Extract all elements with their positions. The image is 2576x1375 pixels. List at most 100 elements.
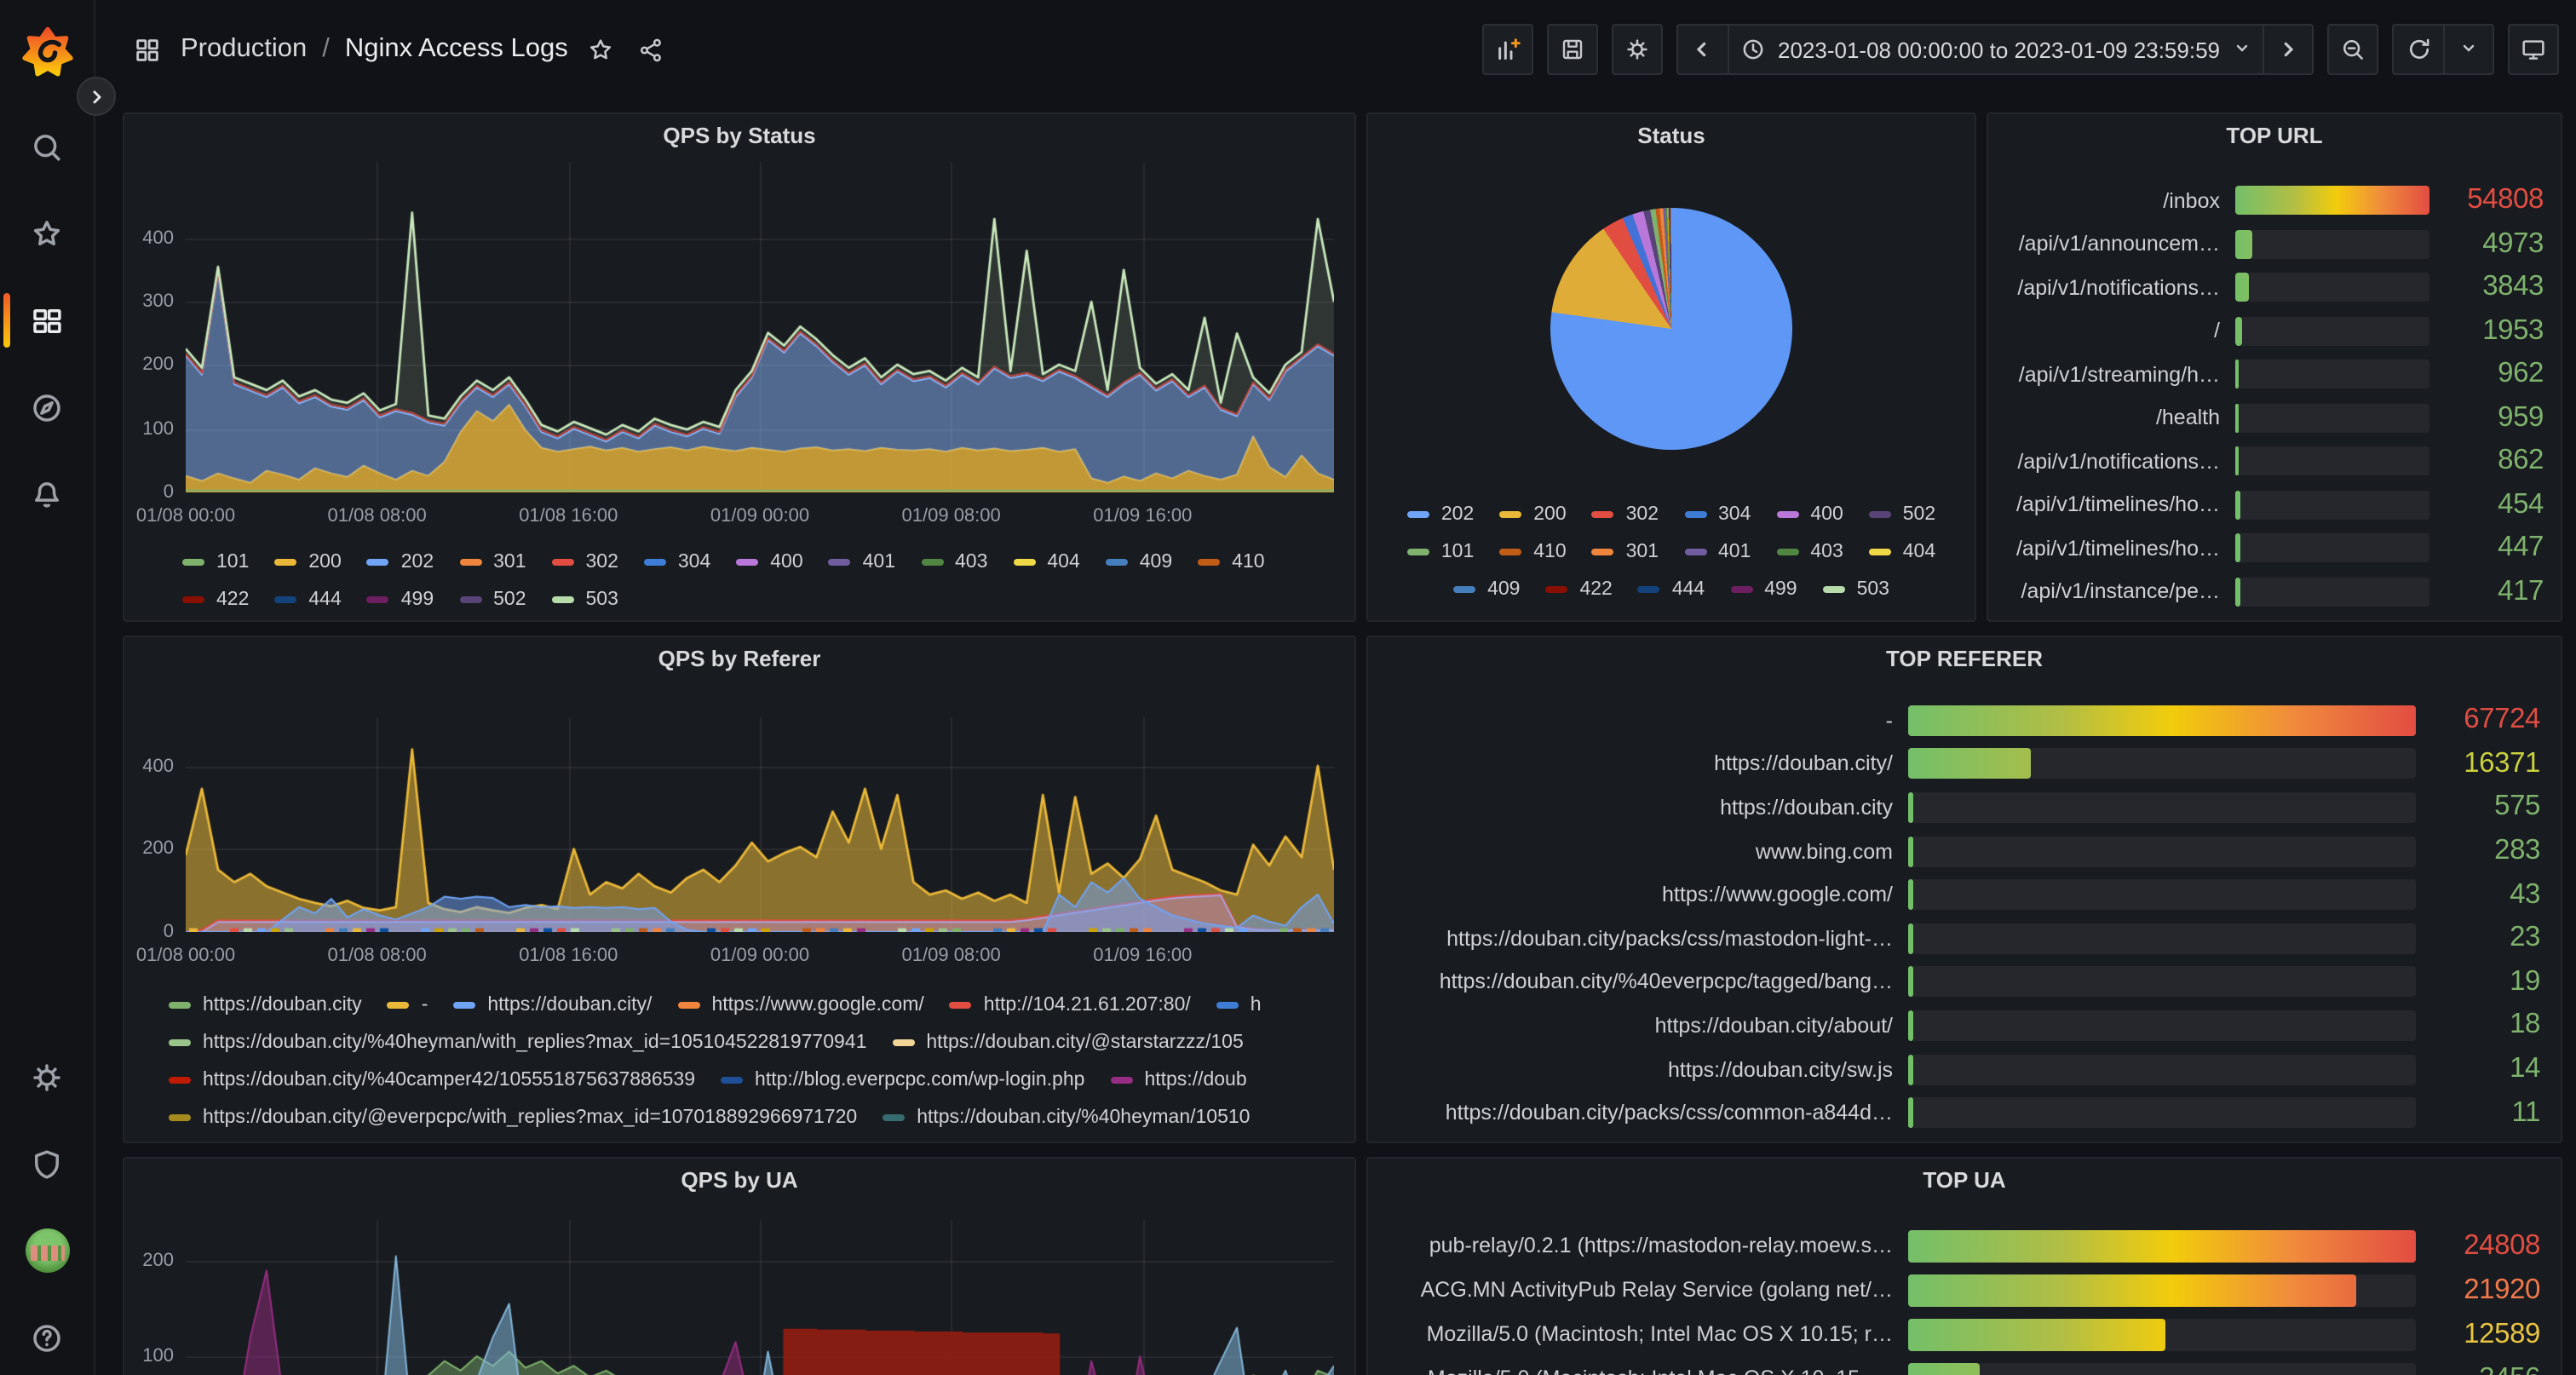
topbar-actions: 2023-01-08 00:00:00 to 2023-01-09 23:59:… [1481, 24, 2559, 75]
legend-swatch [169, 1002, 191, 1009]
legend-item[interactable]: https://douban.city/ [453, 995, 652, 1015]
breadcrumb-folder[interactable]: Production [181, 34, 307, 65]
bar-gauge-fill [2235, 273, 2249, 302]
legend-item[interactable]: 304 [1684, 504, 1751, 525]
legend-item[interactable]: 409 [1106, 552, 1172, 572]
legend-item[interactable]: 400 [1776, 504, 1843, 525]
legend-item[interactable]: https://douban.city/%40camper42/10555187… [169, 1070, 695, 1090]
legend-item[interactable]: 200 [274, 552, 341, 572]
legend-item[interactable]: https://douban.city/@everpcpc/with_repli… [169, 1107, 857, 1128]
legend-item[interactable]: - [388, 995, 428, 1015]
legend-item[interactable]: 302 [1592, 504, 1659, 525]
legend-item[interactable]: 302 [552, 552, 618, 572]
legend-item[interactable]: 410 [1499, 542, 1566, 562]
refresh-interval-button[interactable] [2443, 24, 2494, 75]
legend-item[interactable]: 410 [1198, 552, 1264, 572]
legend-label: https://douban.city/%40heyman/with_repli… [203, 1033, 866, 1053]
refresh-button[interactable] [2392, 24, 2443, 75]
status-pie-chart[interactable] [1550, 208, 1792, 450]
legend-item[interactable]: h [1216, 995, 1262, 1015]
grafana-logo-icon[interactable] [18, 24, 76, 82]
sidebar-item-dashboards[interactable] [0, 300, 94, 341]
panel-title[interactable]: QPS by Status [124, 123, 1354, 148]
legend-item[interactable]: 444 [274, 590, 341, 610]
legend-swatch [1823, 586, 1845, 593]
time-zoom-out-button[interactable] [2327, 24, 2378, 75]
legend-item[interactable]: 499 [367, 590, 434, 610]
legend-item[interactable]: 502 [459, 590, 526, 610]
kiosk-mode-button[interactable] [2508, 24, 2559, 75]
sidebar-item-settings[interactable] [0, 1056, 94, 1097]
y-axis-tick-label: 100 [142, 418, 186, 439]
legend-item[interactable]: 422 [182, 590, 249, 610]
bar-gauge-row: /api/v1/timelines/ho…447 [2005, 526, 2544, 570]
sidebar-item-explore[interactable] [0, 387, 94, 428]
legend-item[interactable]: 403 [1776, 542, 1843, 562]
time-shift-forward-button[interactable] [2263, 24, 2314, 75]
sidebar-item-admin[interactable] [0, 1143, 94, 1184]
legend-item[interactable]: https://douban.city [169, 995, 362, 1015]
legend-item[interactable]: 401 [829, 552, 895, 572]
add-panel-button[interactable] [1481, 24, 1532, 75]
legend-item[interactable]: 502 [1869, 504, 1935, 525]
bar-gauge-fill [2235, 360, 2239, 389]
legend-item[interactable]: 200 [1499, 504, 1566, 525]
bar-gauge-label: https://douban.city/packs/css/common-a84… [1389, 1101, 1893, 1125]
time-range-picker[interactable]: 2023-01-08 00:00:00 to 2023-01-09 23:59:… [1727, 24, 2263, 75]
panel-title[interactable]: QPS by Referer [124, 646, 1354, 671]
legend-item[interactable]: 409 [1453, 579, 1520, 600]
legend-item[interactable]: 304 [644, 552, 710, 572]
legend-item[interactable]: 301 [459, 552, 526, 572]
legend-item[interactable]: 404 [1869, 542, 1935, 562]
legend-item[interactable]: 101 [1407, 542, 1474, 562]
timeseries-canvas[interactable] [186, 162, 1334, 492]
legend-item[interactable]: https://douban.city/%40heyman/10510 [883, 1107, 1250, 1128]
legend-item[interactable]: 444 [1638, 579, 1705, 600]
share-button[interactable] [635, 32, 670, 67]
time-shift-back-button[interactable] [1676, 24, 1727, 75]
legend-item[interactable]: 301 [1592, 542, 1659, 562]
timeseries-canvas[interactable] [186, 717, 1334, 932]
sidebar-item-starred[interactable] [0, 213, 94, 254]
panel-title[interactable]: TOP UA [1368, 1167, 2561, 1193]
legend-item[interactable]: 101 [182, 552, 249, 572]
panel-title[interactable]: TOP URL [1988, 123, 2561, 148]
legend-item[interactable]: 400 [736, 552, 802, 572]
legend-item[interactable]: 503 [552, 590, 618, 610]
panel-title[interactable]: Status [1368, 123, 1975, 148]
legend-item[interactable]: 202 [1407, 504, 1474, 525]
panel-title[interactable]: QPS by UA [124, 1167, 1354, 1193]
legend-item[interactable]: 404 [1013, 552, 1079, 572]
legend-item[interactable]: 499 [1730, 579, 1797, 600]
dashboard-settings-button[interactable] [1611, 24, 1662, 75]
bar-gauge-fill [2235, 187, 2429, 216]
legend-item[interactable]: https://doub [1110, 1070, 1246, 1090]
panel-title[interactable]: TOP REFERER [1368, 646, 2561, 671]
bar-gauge-fill [2235, 578, 2240, 607]
legend-item[interactable]: https://douban.city/%40heyman/with_repli… [169, 1033, 866, 1053]
timeseries-canvas[interactable] [186, 1220, 1334, 1375]
legend-item[interactable]: 422 [1545, 579, 1612, 600]
favorite-star-button[interactable] [584, 32, 619, 67]
legend-label: 444 [1672, 579, 1705, 600]
legend-swatch [459, 596, 481, 603]
legend-item[interactable]: 503 [1823, 579, 1889, 600]
legend-item[interactable]: https://douban.city/@starstarzzz/105 [892, 1033, 1243, 1053]
legend-item[interactable]: 202 [367, 552, 434, 572]
legend-swatch [721, 1077, 743, 1084]
legend-item[interactable]: http://104.21.61.207:80/ [950, 995, 1191, 1015]
legend-item[interactable]: http://blog.everpcpc.com/wp-login.php [721, 1070, 1084, 1090]
save-dashboard-button[interactable] [1546, 24, 1597, 75]
sidebar-item-search[interactable] [0, 126, 94, 167]
legend-item[interactable]: 403 [921, 552, 987, 572]
legend-item[interactable]: https://www.google.com/ [677, 995, 923, 1015]
gear-icon [29, 1059, 65, 1095]
sidebar-expand-button[interactable] [77, 77, 116, 116]
legend-swatch [1869, 511, 1891, 518]
sidebar-item-help[interactable] [0, 1317, 94, 1358]
legend-item[interactable]: 401 [1684, 542, 1751, 562]
time-range-text: 2023-01-08 00:00:00 to 2023-01-09 23:59:… [1778, 37, 2220, 62]
bar-gauge-track [2235, 187, 2429, 216]
sidebar-item-alerting[interactable] [0, 474, 94, 515]
sidebar-item-profile[interactable] [0, 1230, 94, 1271]
